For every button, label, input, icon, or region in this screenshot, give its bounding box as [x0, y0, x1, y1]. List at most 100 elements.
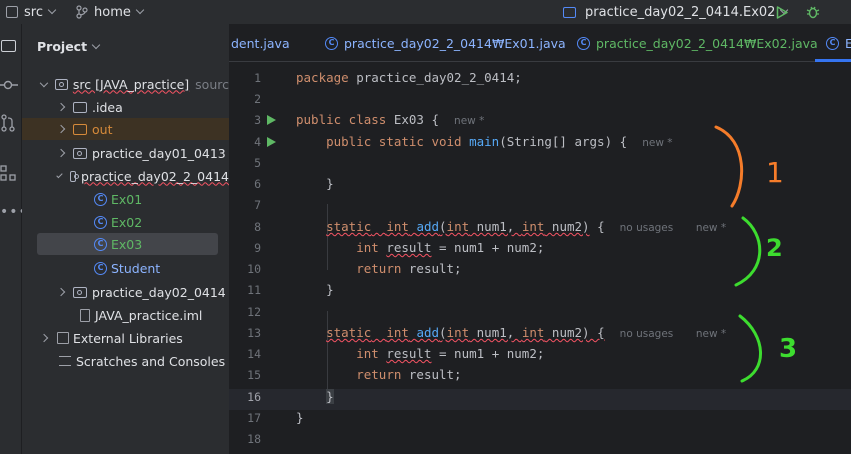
line-number: 15	[247, 368, 261, 382]
line-number: 12	[247, 305, 261, 319]
line-number: 9	[254, 241, 261, 255]
code-line-15[interactable]: return result;	[296, 367, 461, 382]
tree-item-student[interactable]: C Student	[22, 257, 229, 279]
folder-icon	[73, 101, 87, 113]
code-line-10[interactable]: return result;	[296, 261, 461, 276]
chevron-right-icon	[56, 124, 66, 134]
bug-icon	[806, 6, 820, 19]
tab-ex01[interactable]: C practice_day02_2_0414₩Ex01.java	[325, 24, 566, 62]
chevron-down-icon	[39, 78, 48, 87]
tree-item-scratches[interactable]: Scratches and Consoles	[22, 350, 229, 372]
chevron-right-icon	[56, 148, 66, 158]
more-tools-button[interactable]: •••	[0, 200, 27, 222]
author-hint: new *	[695, 328, 727, 340]
runnable-class-icon: C	[94, 215, 107, 229]
runnable-class-icon: C	[94, 237, 107, 251]
run-config-label: practice_day02_2_0414.Ex02	[585, 4, 776, 20]
tree-item-external-libraries[interactable]: External Libraries	[22, 327, 229, 349]
tree-item-label: practice_day02_2_0414	[81, 168, 229, 184]
branch-switcher[interactable]: home	[76, 0, 145, 24]
line-number: 2	[254, 92, 261, 106]
tree-item-label: out	[92, 121, 113, 137]
code-line-6[interactable]: }	[296, 176, 334, 191]
tree-item-src[interactable]: src [JAVA_practice] sourc	[22, 73, 229, 95]
class-icon: C	[577, 36, 590, 50]
code-line-3[interactable]: public class Ex03 { new *	[296, 112, 484, 127]
code-line-14[interactable]: int result = num1 + num2;	[296, 346, 544, 361]
commit-icon	[0, 80, 18, 90]
code-line-17[interactable]: }	[296, 410, 304, 425]
tab-student[interactable]: dent.java	[231, 24, 290, 62]
tab-ex03[interactable]: C E	[826, 24, 851, 62]
line-number: 5	[254, 156, 261, 170]
tool-window-strip: •••	[0, 24, 27, 454]
run-config-selector[interactable]: practice_day02_2_0414.Ex02	[563, 0, 789, 24]
editor-tab-bar: dent.java C practice_day02_2_0414₩Ex01.j…	[229, 24, 851, 62]
line-number: 18	[247, 432, 261, 446]
line-number: 7	[254, 198, 261, 212]
author-hint: new *	[695, 222, 727, 234]
run-button[interactable]	[776, 0, 788, 24]
tree-item-idea[interactable]: .idea	[22, 96, 229, 118]
chevron-down-icon	[91, 40, 101, 49]
code-line-4[interactable]: public static void main(String[] args) {…	[296, 134, 673, 149]
tree-item-label: Ex01	[111, 191, 143, 207]
class-icon: C	[325, 36, 338, 50]
code-line-9[interactable]: int result = num1 + num2;	[296, 240, 544, 255]
chevron-right-icon	[56, 102, 66, 112]
tree-item-out[interactable]: out	[22, 118, 229, 140]
debug-button[interactable]	[806, 0, 820, 24]
package-icon	[73, 147, 87, 159]
tree-item-ex03[interactable]: C Ex03	[37, 233, 218, 255]
commit-tool-button[interactable]	[0, 74, 22, 96]
scratches-icon	[59, 356, 71, 366]
code-line-11[interactable]: }	[296, 282, 334, 297]
structure-icon	[0, 165, 16, 181]
run-main-gutter-icon[interactable]	[267, 137, 276, 147]
author-hint: new *	[642, 137, 673, 149]
project-panel-title: Project	[37, 39, 88, 54]
tab-label: practice_day02_2_0414₩Ex01.java	[344, 35, 566, 51]
tab-label: dent.java	[231, 35, 290, 51]
usages-hint: no usages	[619, 328, 674, 340]
tree-item-iml[interactable]: JAVA_practice.iml	[22, 304, 229, 326]
module-folder-icon	[54, 78, 68, 90]
author-hint: new *	[454, 115, 485, 127]
line-number: 13	[247, 326, 261, 340]
line-number: 4	[254, 135, 261, 149]
code-line-1[interactable]: package practice_day02_2_0414;	[296, 70, 522, 85]
project-switcher[interactable]: src	[6, 0, 57, 24]
project-switcher-label: src	[24, 4, 43, 20]
branch-icon	[76, 5, 88, 19]
tree-item-practice-day02-2[interactable]: practice_day02_2_0414	[22, 165, 229, 187]
project-panel-header[interactable]: Project	[37, 39, 101, 54]
tab-label: E	[845, 35, 851, 51]
chevron-down-icon	[56, 171, 63, 178]
line-number: 17	[247, 411, 261, 425]
tab-ex02[interactable]: C practice_day02_2_0414₩Ex02.java	[577, 24, 818, 62]
pull-requests-tool-button[interactable]	[0, 112, 22, 134]
chevron-down-icon	[47, 5, 57, 15]
code-line-8[interactable]: static int add(int num1, int num2) { no …	[296, 219, 726, 234]
line-number: 11	[247, 283, 261, 297]
project-tool-button[interactable]	[0, 36, 22, 58]
tree-item-practice-day01[interactable]: practice_day01_0413	[22, 142, 229, 164]
run-class-gutter-icon[interactable]	[267, 115, 276, 125]
tree-item-ex01[interactable]: C Ex01	[22, 188, 229, 210]
tree-item-practice-day02[interactable]: practice_day02_0414	[22, 281, 229, 303]
code-line-16[interactable]: }	[296, 389, 334, 404]
line-number: 14	[247, 347, 261, 361]
tree-item-label: src [JAVA_practice]	[72, 76, 190, 92]
line-number: 3	[254, 113, 261, 127]
class-icon: C	[94, 261, 107, 275]
tree-item-label: .idea	[92, 99, 123, 115]
tree-item-label: Ex02	[111, 214, 143, 230]
excluded-folder-icon	[73, 123, 87, 135]
tree-item-label: JAVA_practice.iml	[95, 307, 203, 323]
line-number: 1	[254, 71, 261, 85]
code-line-13[interactable]: static int add(int num1, int num2) { no …	[296, 325, 726, 340]
tree-item-ex02[interactable]: C Ex02	[22, 211, 229, 233]
chevron-right-icon	[39, 333, 49, 343]
structure-tool-button[interactable]	[0, 162, 22, 184]
top-toolbar: src home practice_day02_2_0414.Ex02	[0, 0, 851, 24]
